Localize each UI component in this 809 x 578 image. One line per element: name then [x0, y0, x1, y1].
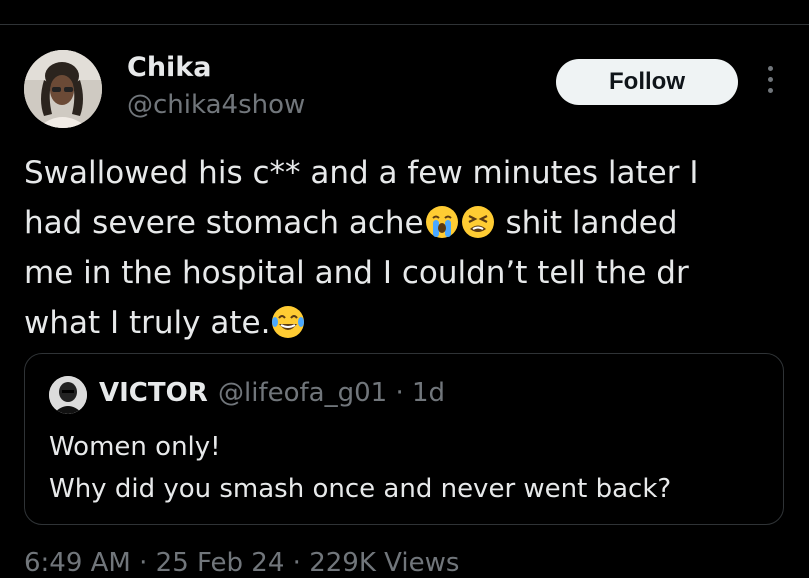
tweet-line-2b: shit landed: [495, 205, 678, 241]
tweet-footer-meta: 6:49 AM · 25 Feb 24 · 229K Views: [24, 548, 460, 578]
author-avatar[interactable]: [24, 50, 102, 128]
tweet-line-4-text: what I truly ate.: [24, 305, 271, 341]
follow-button[interactable]: Follow: [556, 59, 738, 105]
quoted-text-line-2: Why did you smash once and never went ba…: [49, 474, 672, 504]
quoted-author-name: VICTOR: [99, 378, 208, 408]
tweet-line-4: what I truly ate.: [24, 298, 784, 348]
tweet-line-3: me in the hospital and I couldn’t tell t…: [24, 255, 689, 291]
tweet-line-1: Swallowed his c** and a few minutes late…: [24, 155, 699, 191]
author-name[interactable]: Chika: [127, 52, 211, 83]
tweet-text: Swallowed his c** and a few minutes late…: [24, 148, 784, 348]
quoted-text-line-1: Women only!: [49, 432, 221, 462]
more-options-icon[interactable]: [762, 66, 778, 98]
tired-face-icon: [461, 206, 494, 238]
tweet-line-2: had severe stomach ache shit landed: [24, 198, 784, 248]
quoted-timestamp: 1d: [411, 378, 446, 408]
quoted-author-avatar: [49, 376, 87, 414]
quoted-author-handle: @lifeofa_g01: [218, 378, 388, 408]
author-handle[interactable]: @chika4show: [127, 90, 305, 120]
quoted-tweet[interactable]: VICTOR @lifeofa_g01 · 1d Women only! Why…: [24, 353, 784, 525]
tears-of-joy-face-icon: [272, 306, 305, 338]
quoted-meta: @lifeofa_g01 · 1d: [218, 378, 445, 408]
loudly-crying-face-icon: [425, 206, 458, 238]
meta-separator: ·: [395, 378, 404, 408]
top-divider: [0, 0, 809, 25]
tweet-line-2a: had severe stomach ache: [24, 205, 424, 241]
quoted-text: Women only! Why did you smash once and n…: [49, 426, 671, 510]
